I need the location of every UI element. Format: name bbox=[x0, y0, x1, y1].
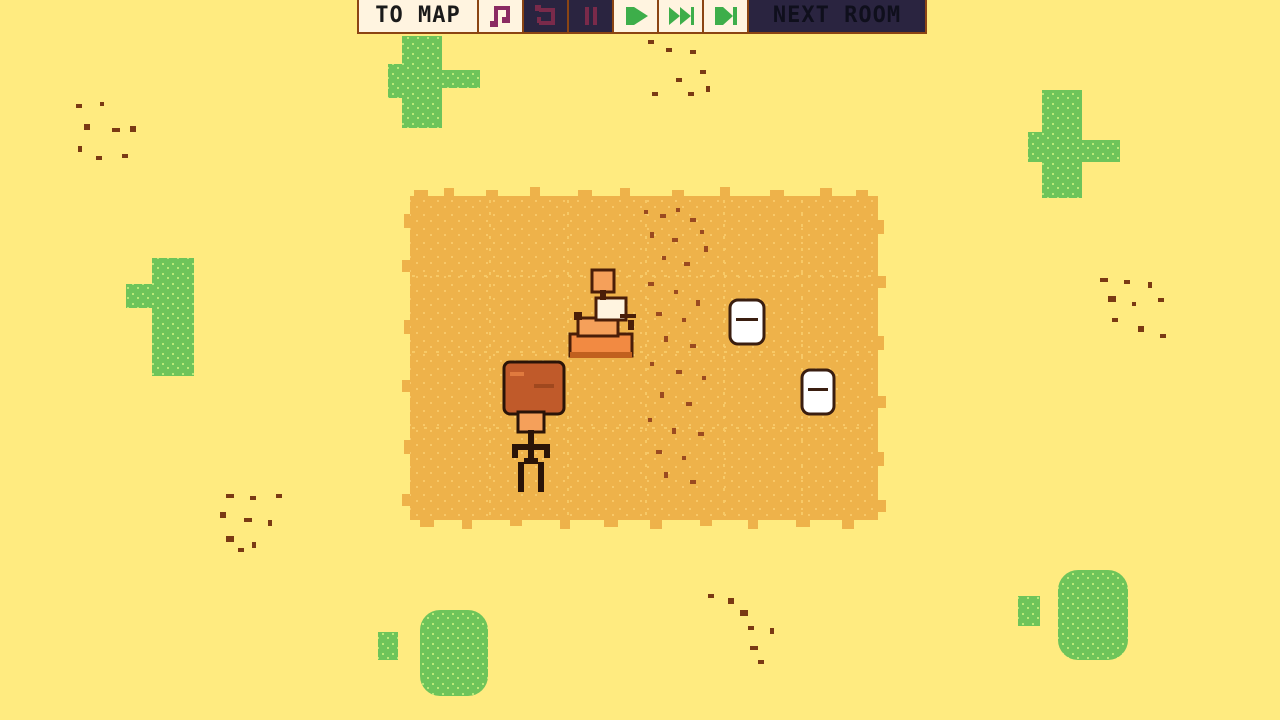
to-map-button[interactable]: TO MAP bbox=[359, 0, 479, 32]
undo-button[interactable] bbox=[524, 0, 569, 32]
skip-icon bbox=[714, 7, 737, 25]
pause-button[interactable] bbox=[569, 0, 614, 32]
bush-bottom-left bbox=[378, 610, 488, 696]
cactus-top-left bbox=[388, 36, 480, 128]
next-room-label: NEXT ROOM bbox=[772, 3, 902, 28]
to-map-label: TO MAP bbox=[375, 3, 461, 28]
cactus-right bbox=[1028, 90, 1120, 198]
next-room-button[interactable]: NEXT ROOM bbox=[749, 0, 925, 32]
game-scene bbox=[76, 36, 1166, 696]
fast-forward-icon bbox=[668, 7, 694, 25]
pause-icon bbox=[584, 7, 597, 25]
cactus-left bbox=[126, 258, 194, 376]
play-button[interactable] bbox=[614, 0, 659, 32]
bucket-upper bbox=[728, 298, 766, 346]
undo-icon bbox=[534, 5, 555, 25]
bucket-lower bbox=[800, 368, 836, 416]
farm-field bbox=[402, 187, 886, 529]
game-world bbox=[0, 0, 1280, 720]
game-toolbar: TO MAP NEXT ROOM bbox=[357, 0, 927, 34]
bush-bottom-right bbox=[1018, 570, 1128, 660]
play-icon bbox=[625, 7, 648, 25]
skip-button[interactable] bbox=[704, 0, 749, 32]
music-toggle-button[interactable] bbox=[479, 0, 524, 32]
music-note-icon bbox=[489, 6, 510, 27]
fast-forward-button[interactable] bbox=[659, 0, 704, 32]
